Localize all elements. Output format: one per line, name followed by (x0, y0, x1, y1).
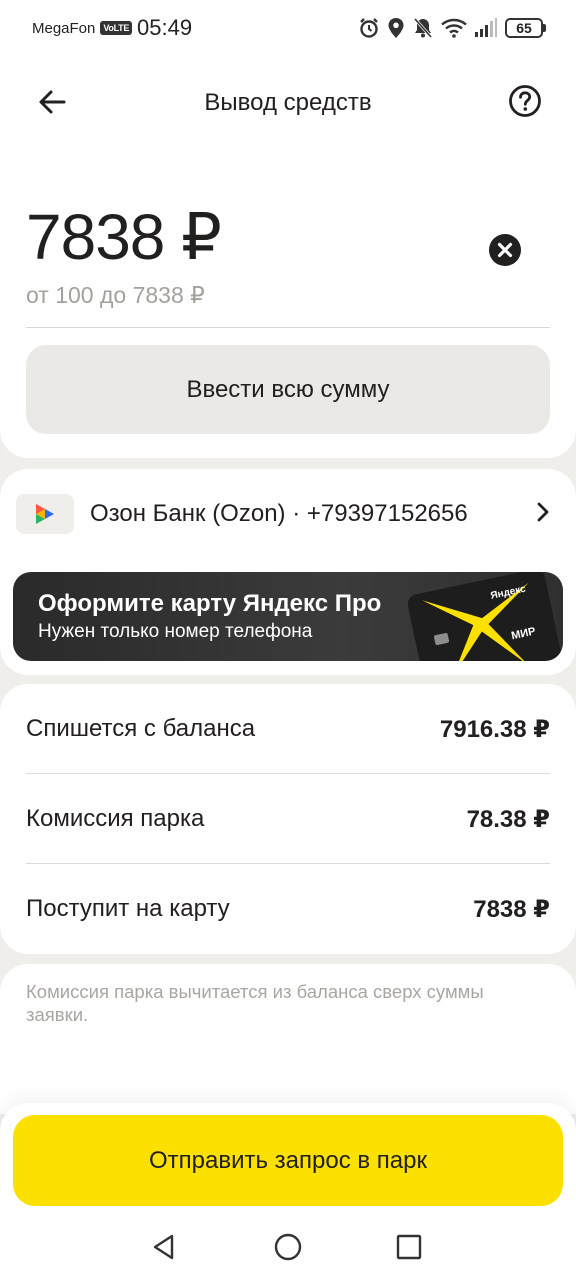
question-circle-icon (508, 84, 542, 123)
status-bar: MegaFon VoLTE 05:49 65 (0, 0, 576, 56)
promo-subtitle: Нужен только номер телефона (38, 621, 313, 642)
amount-input[interactable]: 7838 ₽ (26, 201, 550, 281)
fee-note-card: Комиссия парка вычитается из баланса све… (0, 964, 576, 1114)
summary-row-received: Поступит на карту 7838 ₽ (26, 864, 550, 954)
summary-value: 78.38 ₽ (466, 805, 550, 833)
ozon-bank-logo-icon (16, 494, 74, 534)
promo-title: Оформите карту Яндекс Про (38, 590, 382, 617)
amount-value: 7838 ₽ (26, 201, 222, 273)
battery-icon: 65 (505, 18, 546, 38)
divider (26, 327, 550, 328)
summary-value: 7838 ₽ (473, 895, 550, 923)
amount-card: Вывод средств 7838 ₽ от 100 до 7838 ₽ Вв… (0, 56, 576, 458)
payout-method-card: Озон Банк (Ozon) · +79397152656 Оформите… (0, 469, 576, 675)
yandex-pro-card-promo[interactable]: Оформите карту Яндекс Про Нужен только н… (13, 572, 563, 661)
summary-label: Спишется с баланса (26, 715, 256, 742)
clear-amount-button[interactable] (488, 233, 522, 267)
status-icons: 65 (358, 17, 546, 39)
system-nav-bar (0, 1221, 576, 1277)
help-button[interactable] (507, 84, 543, 123)
nav-back-button[interactable] (148, 1233, 180, 1265)
battery-level: 65 (505, 18, 543, 38)
triangle-back-icon (150, 1233, 178, 1266)
bottom-panel: Отправить запрос в парк (0, 1103, 576, 1280)
fill-all-amount-button[interactable]: Ввести всю сумму (26, 345, 550, 434)
carrier-name: MegaFon (32, 19, 96, 37)
summary-row-debit: Спишется с баланса 7916.38 ₽ (26, 684, 550, 774)
summary-row-fee: Комиссия парка 78.38 ₽ (26, 774, 550, 864)
amount-range-hint: от 100 до 7838 ₽ (26, 282, 205, 308)
status-time: 05:49 (137, 15, 193, 40)
nav-recents-button[interactable] (393, 1233, 425, 1265)
summary-value: 7916.38 ₽ (439, 715, 550, 743)
chevron-right-icon (536, 501, 550, 528)
wifi-icon (441, 18, 467, 38)
submit-request-button[interactable]: Отправить запрос в парк (13, 1115, 563, 1206)
bank-name: Озон Банк (Ozon) · +79397152656 (90, 500, 468, 527)
fee-note-text: Комиссия парка вычитается из баланса све… (26, 981, 484, 1025)
summary-label: Комиссия парка (26, 805, 205, 832)
payout-summary-card: Спишется с баланса 7916.38 ₽ Комиссия па… (0, 684, 576, 954)
circle-home-icon (274, 1233, 302, 1266)
nav-home-button[interactable] (272, 1233, 304, 1265)
bell-off-icon (412, 17, 434, 39)
summary-label: Поступит на карту (26, 895, 230, 922)
header: Вывод средств (0, 56, 576, 148)
location-icon (387, 17, 405, 39)
page-title: Вывод средств (204, 89, 372, 116)
alarm-icon (358, 17, 380, 39)
square-recents-icon (396, 1234, 422, 1265)
clear-x-icon (488, 234, 522, 271)
bank-selector[interactable]: Озон Банк (Ozon) · +79397152656 (16, 493, 560, 535)
signal-icon (474, 18, 498, 38)
yandex-card-image: Яндекс МИР (407, 572, 563, 661)
volte-badge: VoLTE (100, 21, 133, 35)
